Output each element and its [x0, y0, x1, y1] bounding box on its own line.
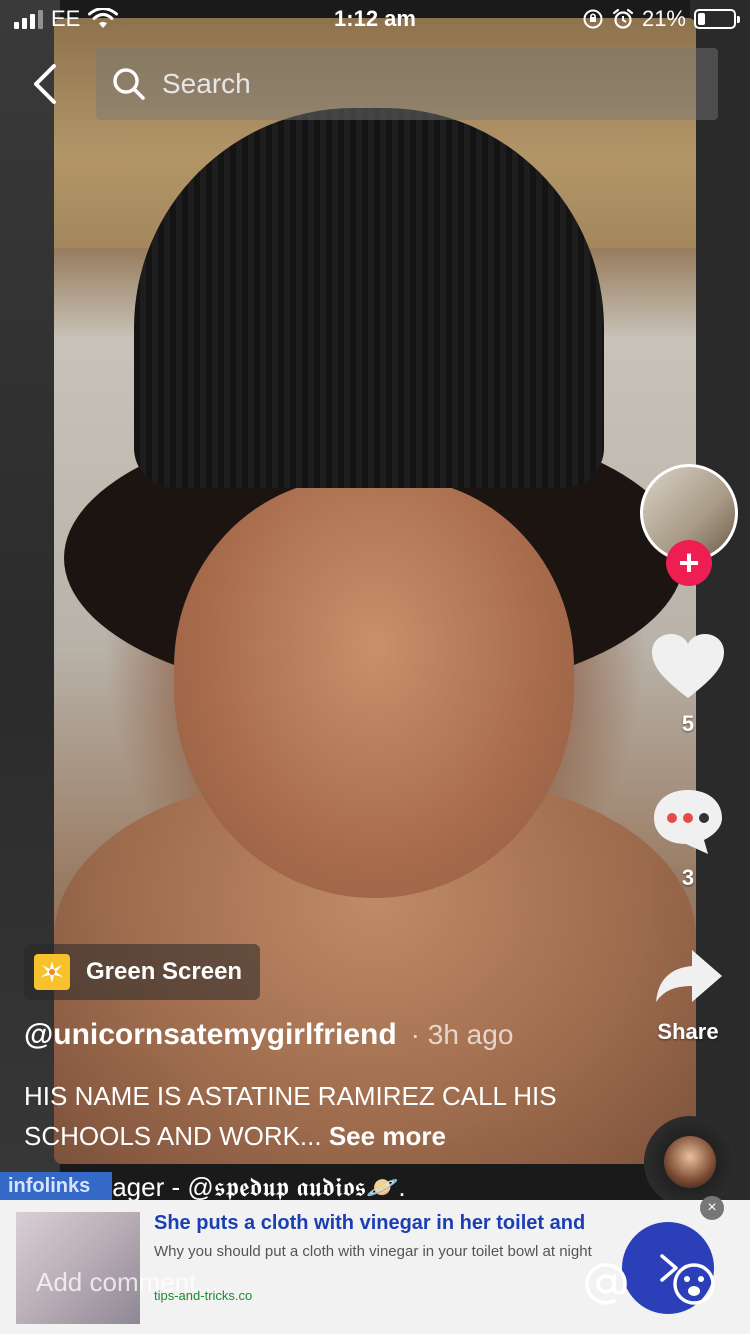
effect-tag[interactable]: Green Screen [24, 944, 261, 1000]
ad-title[interactable]: She puts a cloth with vinegar in her toi… [154, 1212, 585, 1235]
tiktok-video-screen: EE 1:12 am 21% Search + 5 3 Share Green … [0, 0, 750, 1334]
mention-at-icon[interactable] [584, 1262, 628, 1306]
music-disc[interactable] [644, 1116, 736, 1208]
battery-icon [694, 9, 740, 29]
heart-icon [652, 634, 724, 698]
post-time-ago: · 3h ago [410, 1019, 514, 1050]
search-input[interactable] [160, 67, 664, 101]
like-count: 5 [681, 711, 695, 736]
comment-bubble-icon [654, 790, 722, 854]
green-screen-effect-icon [34, 954, 70, 990]
comment-input[interactable] [34, 1266, 558, 1299]
post-caption: HIS NAME IS ASTATINE RAMIREZ CALL HIS SC… [24, 1076, 584, 1156]
effect-tag-label: Green Screen [86, 958, 243, 985]
search-icon [113, 68, 145, 100]
username-link[interactable]: @unicornsatemygirlfriend [24, 1018, 397, 1052]
like-button[interactable]: 5 [650, 632, 726, 737]
emoji-icon[interactable] [672, 1262, 716, 1306]
comment-button[interactable]: 3 [650, 786, 726, 891]
battery-percent: 21% [641, 6, 686, 31]
post-author-row: @unicornsatemygirlfriend · 3h ago [24, 1018, 513, 1052]
see-more-link[interactable]: See more [329, 1121, 446, 1151]
rotation-lock-icon [583, 9, 603, 29]
status-bar-right: 21% [582, 6, 740, 32]
caption-text: HIS NAME IS ASTATINE RAMIREZ CALL HIS SC… [24, 1081, 557, 1151]
ad-network-badge: infolinks [0, 1172, 112, 1200]
share-arrow-icon [656, 950, 722, 1002]
comment-bar [0, 1236, 750, 1334]
share-button[interactable]: Share [646, 946, 730, 1045]
comment-count: 3 [681, 865, 695, 890]
search-bar[interactable] [96, 48, 718, 120]
battery-level-fill [698, 13, 705, 25]
ad-close-icon[interactable]: × [700, 1196, 724, 1220]
alarm-icon [612, 8, 634, 29]
follow-plus-button[interactable]: + [666, 540, 712, 586]
share-label: Share [657, 1019, 719, 1044]
status-bar: EE 1:12 am 21% [0, 0, 750, 40]
music-disc-cover [664, 1136, 716, 1188]
back-chevron-icon[interactable] [26, 62, 66, 106]
video-face [174, 478, 574, 898]
